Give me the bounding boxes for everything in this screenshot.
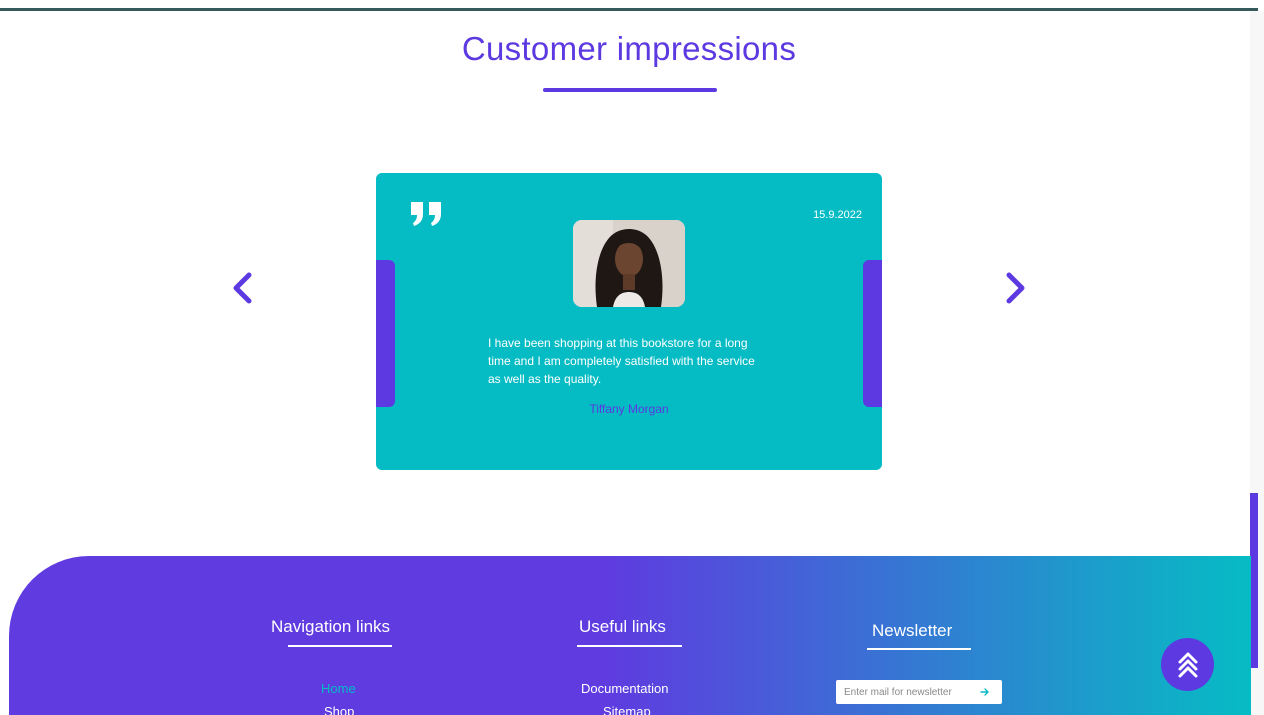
testimonial-date: 15.9.2022 (813, 209, 862, 221)
back-to-top-button[interactable] (1161, 638, 1214, 691)
footer-heading-useful: Useful links (579, 617, 666, 636)
customer-avatar (573, 220, 685, 307)
testimonial-author: Tiffany Morgan (589, 402, 669, 416)
newsletter-form (836, 680, 1002, 704)
footer-link-shop[interactable]: Shop (324, 704, 354, 715)
chevron-left-icon (233, 272, 252, 304)
page: Customer impressions 15.9.2022 I have be… (0, 0, 1264, 715)
quote-icon (411, 202, 441, 226)
arrow-right-icon (980, 688, 989, 696)
scrollbar-thumb[interactable] (1250, 493, 1258, 668)
newsletter-email-input[interactable] (844, 686, 976, 698)
double-chevron-up-icon (1178, 652, 1197, 677)
testimonial-card: 15.9.2022 I have been shopping at this b… (376, 173, 882, 470)
footer-heading-rule (288, 645, 392, 647)
chevron-right-icon (1006, 272, 1025, 304)
title-underline (543, 88, 717, 92)
footer-link-sitemap[interactable]: Sitemap (603, 704, 651, 715)
card-side-tab-right (863, 260, 882, 407)
section-title: Customer impressions (461, 30, 797, 67)
carousel-next-button[interactable] (994, 266, 1038, 310)
top-divider (0, 8, 1258, 11)
footer-link-documentation[interactable]: Documentation (581, 681, 668, 696)
footer-heading-rule (867, 648, 971, 650)
newsletter-submit-button[interactable] (976, 683, 994, 701)
footer-heading-rule (577, 645, 682, 647)
site-footer: Navigation links Home Shop Useful links … (9, 556, 1251, 715)
footer-heading-navigation: Navigation links (271, 617, 391, 636)
footer-link-home[interactable]: Home (321, 681, 356, 696)
footer-heading-newsletter: Newsletter (872, 621, 953, 640)
card-side-tab-left (376, 260, 395, 407)
testimonial-text: I have been shopping at this bookstore f… (488, 336, 755, 386)
carousel-prev-button[interactable] (220, 266, 264, 310)
